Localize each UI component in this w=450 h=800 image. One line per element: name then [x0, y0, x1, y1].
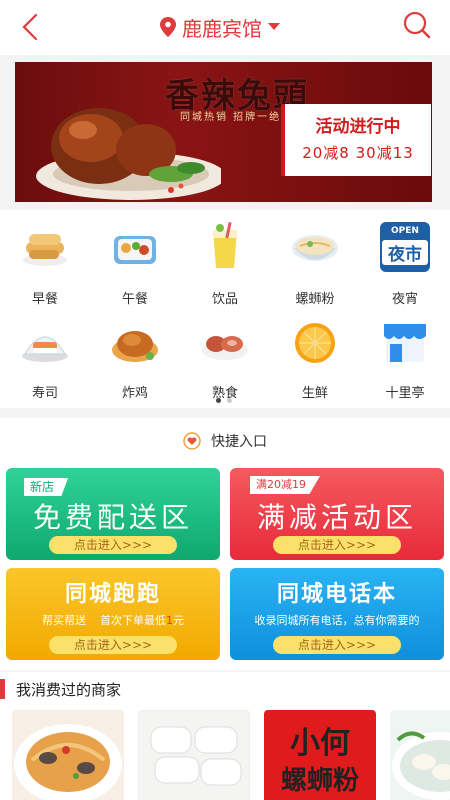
errand-desc-right: 首次下单最低: [100, 614, 166, 627]
night-market-icon: OPEN 夜市: [380, 222, 430, 272]
search-button[interactable]: [402, 10, 432, 40]
quick-entry-section: 快捷入口 新店 免费配送区 点击进入>>> 满20减19 满减活动区 点击进入>…: [0, 418, 450, 670]
merchant-thumbnail[interactable]: [138, 710, 250, 800]
section-accent-bar: [0, 679, 5, 699]
category-label: 螺蛳粉: [295, 292, 335, 307]
merchant-sign-line2: 螺蛳粉: [280, 766, 359, 796]
breakfast-icon: [23, 234, 67, 266]
deli-icon: [202, 336, 248, 360]
category-page-indicator: [216, 398, 232, 403]
enter-button[interactable]: 点击进入>>>: [273, 536, 401, 554]
dumpling-soup-image: [392, 731, 450, 800]
category-breakfast[interactable]: 早餐: [0, 216, 90, 310]
category-grid: 早餐 午餐 饮品 螺蛳粉 OPEN 夜市 夜宵 寿司 炸鸡 熟食 生鲜 十里亭: [0, 210, 450, 408]
heart-icon: [183, 432, 201, 450]
fried-chicken-icon: [112, 331, 158, 362]
chevron-left-icon: [22, 13, 38, 41]
new-store-tag: 新店: [24, 478, 69, 496]
category-snail-noodles[interactable]: 螺蛳粉: [270, 216, 360, 310]
phone-book-card[interactable]: 同城电话本 收录同城所有电话，总有你需要的 点击进入>>>: [230, 568, 444, 660]
category-late-night[interactable]: OPEN 夜市 夜宵: [360, 216, 450, 310]
errand-price: 1: [166, 614, 173, 627]
card-title: 满减活动区: [256, 501, 417, 534]
location-pin-icon: [160, 17, 176, 37]
drink-icon: [213, 222, 237, 268]
merchant-thumbnail[interactable]: [390, 710, 450, 800]
noodle-icon: [292, 235, 338, 261]
shop-icon: [384, 324, 426, 362]
merchant-thumbnail[interactable]: 小何 螺蛳粉: [264, 710, 376, 800]
quick-entry-header: 快捷入口: [0, 428, 450, 454]
category-label: 午餐: [121, 292, 148, 307]
visited-merchants-section: 我消费过的商家 小何 螺蛳粉: [0, 672, 450, 800]
discount-card[interactable]: 满20减19 满减活动区 点击进入>>>: [230, 468, 444, 560]
category-label: 寿司: [31, 386, 58, 401]
page-dot: [227, 398, 232, 403]
category-sushi[interactable]: 寿司: [0, 310, 90, 404]
category-label: 早餐: [31, 292, 58, 307]
category-fresh[interactable]: 生鲜: [270, 310, 360, 404]
section-title: 我消费过的商家: [16, 681, 122, 699]
category-label: 十里亭: [385, 386, 425, 401]
sushi-icon: [22, 336, 68, 362]
enter-button[interactable]: 点击进入>>>: [49, 536, 177, 554]
rice-cake-image: [150, 726, 242, 786]
promo-banner[interactable]: 香辣兔頭 同城热销 招牌一绝 活动进行中 20减8 30减13: [15, 62, 432, 202]
category-shop[interactable]: 十里亭: [360, 310, 450, 404]
search-icon: [403, 11, 431, 39]
category-fried-chicken[interactable]: 炸鸡: [90, 310, 180, 404]
page-dot: [216, 398, 221, 403]
discount-tag: 满20减19: [250, 476, 320, 494]
merchant-thumbnail[interactable]: [12, 710, 124, 800]
category-deli[interactable]: 熟食: [180, 310, 270, 404]
category-lunch[interactable]: 午餐: [90, 216, 180, 310]
night-badge-top: OPEN: [391, 226, 419, 236]
back-button[interactable]: [14, 10, 48, 44]
enter-button[interactable]: 点击进入>>>: [49, 636, 177, 654]
enter-button[interactable]: 点击进入>>>: [273, 636, 401, 654]
promo-title: 活动进行中: [315, 117, 401, 137]
category-drinks[interactable]: 饮品: [180, 216, 270, 310]
top-bar: 鹿鹿宾馆: [0, 0, 450, 55]
promo-deals: 20减8 30减13: [302, 144, 414, 162]
card-title: 同城电话本: [276, 582, 397, 607]
app-page: 鹿鹿宾馆 香辣兔頭 同城热销 招牌一绝 活动进行中 20减8 30减13 早餐 …: [0, 0, 450, 800]
banner-subtitle: 同城热销 招牌一绝: [180, 112, 282, 123]
category-label: 生鲜: [301, 386, 328, 401]
errand-card[interactable]: 同城跑跑 帮买帮送 首次下单最低1元 点击进入>>>: [6, 568, 220, 660]
night-badge-bottom: 夜市: [382, 240, 428, 265]
card-description: 帮买帮送 首次下单最低1元: [6, 612, 220, 628]
card-description: 收录同城所有电话，总有你需要的: [254, 614, 420, 627]
category-label: 炸鸡: [121, 386, 148, 401]
fresh-icon: [295, 323, 335, 363]
category-label: 饮品: [211, 292, 238, 307]
errand-desc-left: 帮买帮送: [42, 614, 86, 627]
quick-entry-title: 快捷入口: [211, 434, 267, 450]
merchant-sign-line1: 小何: [290, 726, 350, 761]
seafood-pasta-image: [14, 724, 122, 800]
location-name: 鹿鹿宾馆: [182, 16, 262, 41]
lunch-icon: [114, 236, 156, 264]
card-title: 同城跑跑: [64, 582, 161, 607]
location-selector[interactable]: 鹿鹿宾馆: [160, 12, 280, 42]
section-header: 我消费过的商家: [0, 676, 450, 704]
free-delivery-card[interactable]: 新店 免费配送区 点击进入>>>: [6, 468, 220, 560]
promo-badge: 活动进行中 20减8 30减13: [281, 104, 431, 176]
caret-down-icon: [268, 23, 280, 30]
category-label: 夜宵: [391, 292, 418, 307]
errand-price-unit: 元: [173, 614, 184, 627]
card-title: 免费配送区: [32, 501, 193, 534]
